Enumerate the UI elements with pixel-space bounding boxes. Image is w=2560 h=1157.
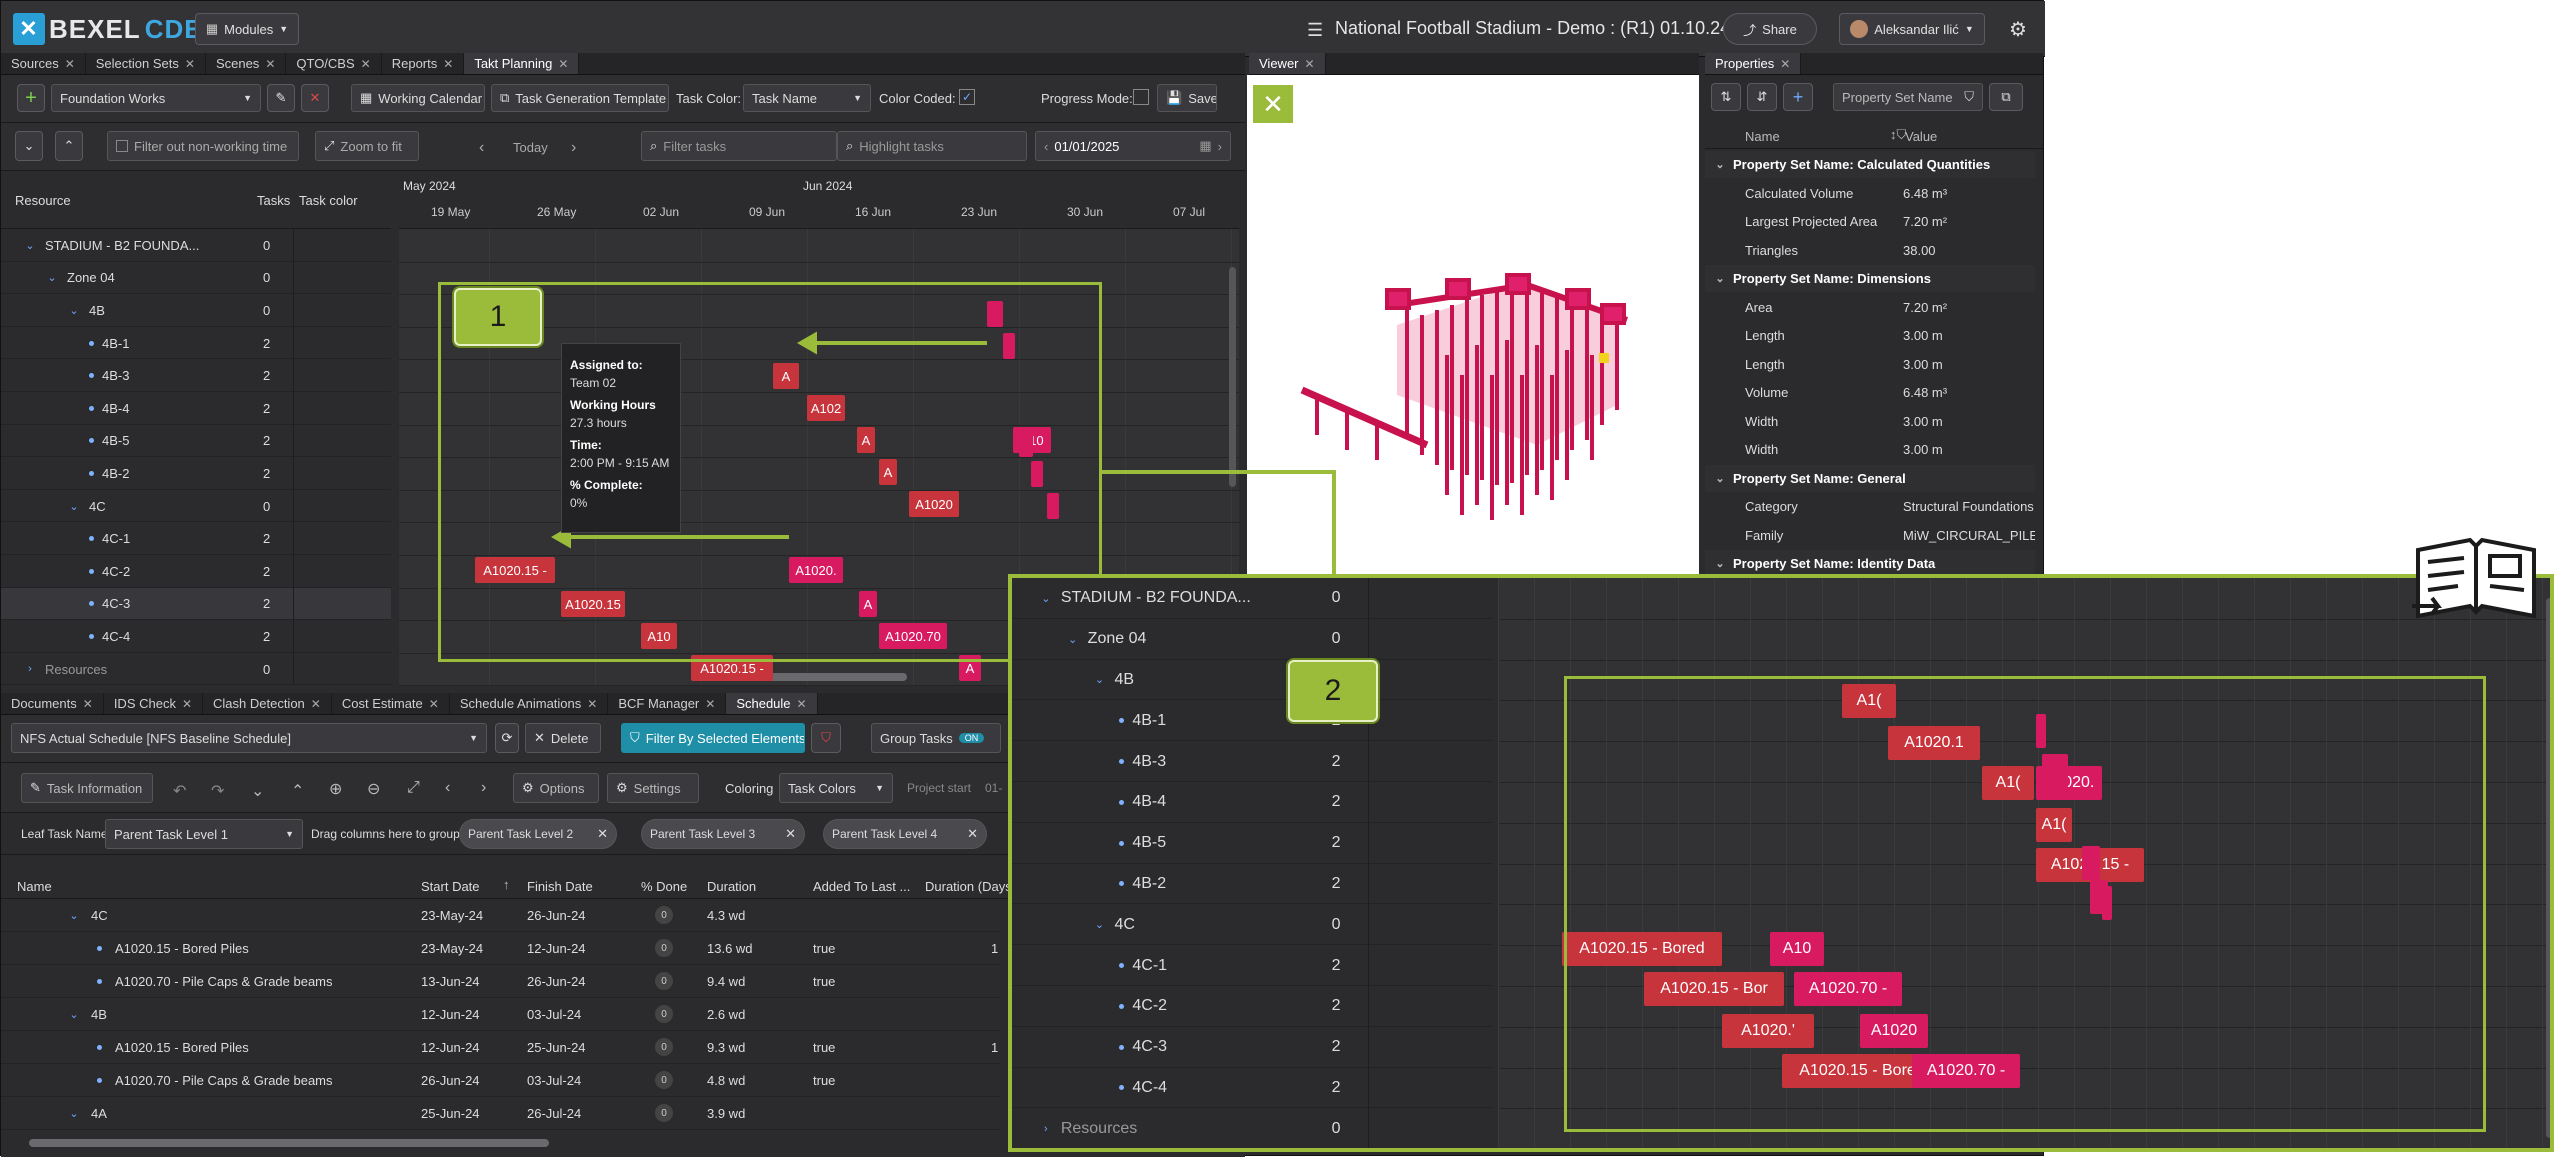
zoom-vertical-scrollbar[interactable] [2546,598,2550,1138]
task-count-value: 0 [1331,589,1341,607]
resource-task-count: 2 [1332,741,1369,782]
column-separator [1368,904,1370,946]
bullet-icon [1119,759,1125,765]
resource-task-count: 0 [1332,619,1369,660]
resource-row[interactable]: 4C-3 2 [1012,1026,1492,1068]
bullet-icon [1119,1085,1125,1091]
task-count-value: 2 [1331,956,1341,974]
resource-task-count: 0 [1332,904,1369,945]
task-count-value: 0 [1331,915,1341,933]
column-separator [1368,986,1370,1027]
resource-name: 4B-2 [1132,874,1167,892]
task-count-value: 0 [1331,1119,1341,1137]
task-count-value: 2 [1331,834,1341,852]
resource-name: 4C [1114,915,1135,933]
column-separator [1368,1026,1370,1068]
resource-row[interactable]: 4B-5 2 [1012,822,1492,864]
task-count-value: 2 [1331,1078,1341,1096]
resource-name: 4C-2 [1132,997,1168,1015]
resource-task-count: 2 [1332,1027,1369,1068]
resource-name-cell: ⌄ Zone 04 [1066,619,1359,660]
bullet-icon [1119,840,1125,846]
book-guide-icon [2412,537,2536,619]
task-count-value: 2 [1331,1038,1341,1056]
resource-task-count: 2 [1332,986,1369,1027]
resource-task-count: 2 [1332,864,1369,905]
column-separator [1368,863,1370,905]
column-separator [1368,945,1370,986]
resource-name: Resources [1060,1119,1138,1137]
bullet-icon [1119,799,1125,805]
resource-name: 4B-5 [1132,834,1167,852]
day-gridline [1498,578,1499,1148]
resource-name: Zone 04 [1087,630,1147,648]
day-gridline [2506,578,2507,1148]
row-gridline [1498,1149,2554,1150]
resource-row[interactable]: 4C-1 2 [1012,945,1492,986]
resource-name-cell: › Resources [1039,1108,1332,1148]
resource-task-count: 0 [1331,1108,1369,1148]
task-count-value: 2 [1331,752,1341,770]
chevron-down-icon[interactable]: ⌄ [1066,633,1080,646]
resource-row[interactable]: ⌄ Zone 04 0 [1012,618,1492,660]
resource-name: 4B [1114,670,1135,688]
task-count-value: 0 [1331,630,1341,648]
task-count-value: 2 [1331,874,1341,892]
day-gridline [1534,578,1535,1148]
resource-task-count: 2 [1332,945,1369,986]
chevron-down-icon[interactable]: ⌄ [1093,673,1107,686]
resource-name: STADIUM - B2 FOUNDA... [1060,589,1251,607]
chevron-down-icon[interactable]: ⌄ [1039,592,1053,605]
column-separator [1368,782,1370,823]
chevron-down-icon[interactable]: ⌄ [1093,918,1107,931]
column-separator [1368,618,1370,660]
resource-row[interactable]: ⌄4B0 [1012,659,1492,701]
resource-row[interactable]: 4B-3 2 [1012,741,1492,782]
resource-name: 4B-3 [1132,752,1167,770]
chevron-right-icon[interactable]: › [1039,1123,1053,1135]
resource-row[interactable]: 4B-12 [1012,700,1492,742]
column-separator [1368,1067,1370,1109]
resource-task-count: 2 [1332,782,1369,823]
resource-row[interactable]: 4B-2 2 [1012,863,1492,905]
highlight-frame-2 [1564,676,2486,1132]
day-gridline [2542,578,2543,1148]
row-gridline [1498,618,2550,620]
resource-row[interactable]: 4B-4 2 [1012,782,1492,823]
column-separator [1368,1108,1370,1148]
row-gridline [1498,659,2550,661]
resource-task-count: 0 [1332,578,1369,619]
task-count-value: 2 [1331,793,1341,811]
resource-name: 4C-3 [1132,1038,1168,1056]
column-separator [1368,822,1370,864]
bullet-icon [1119,718,1125,724]
resource-row[interactable]: 4C-4 2 [1012,1067,1492,1109]
resource-name-cell: ⌄ STADIUM - B2 FOUNDA... [1039,578,1332,619]
resource-name: 4B-1 [1132,711,1167,729]
resource-task-count: 2 [1332,1068,1369,1109]
resource-name: 4C-4 [1132,1078,1168,1096]
resource-row[interactable]: ⌄ STADIUM - B2 FOUNDA... 0 [1012,578,1492,619]
task-count-value: 2 [1331,997,1341,1015]
resource-row[interactable]: ⌄ 4C 0 [1012,904,1492,946]
resource-name: 4B-4 [1132,793,1167,811]
callout-number: 2 [1324,674,1342,707]
bullet-icon [1119,881,1125,887]
resource-row[interactable]: › Resources 0 [1012,1108,1492,1148]
bullet-icon [1119,1044,1125,1050]
zoom-resource-grid: ⌄ STADIUM - B2 FOUNDA... 0 ⌄ Zone 04 0 ⌄ 4B 0 4B-… [1012,578,1492,1148]
column-separator [1368,578,1370,619]
column-separator [1368,741,1370,782]
resource-name: 4C-1 [1132,956,1168,974]
resource-row[interactable]: 4C-2 2 [1012,986,1492,1027]
callout-badge-2: 2 [1288,660,1378,722]
bullet-icon [1119,963,1125,969]
resource-task-count: 2 [1332,823,1369,864]
bullet-icon [1119,1003,1125,1009]
